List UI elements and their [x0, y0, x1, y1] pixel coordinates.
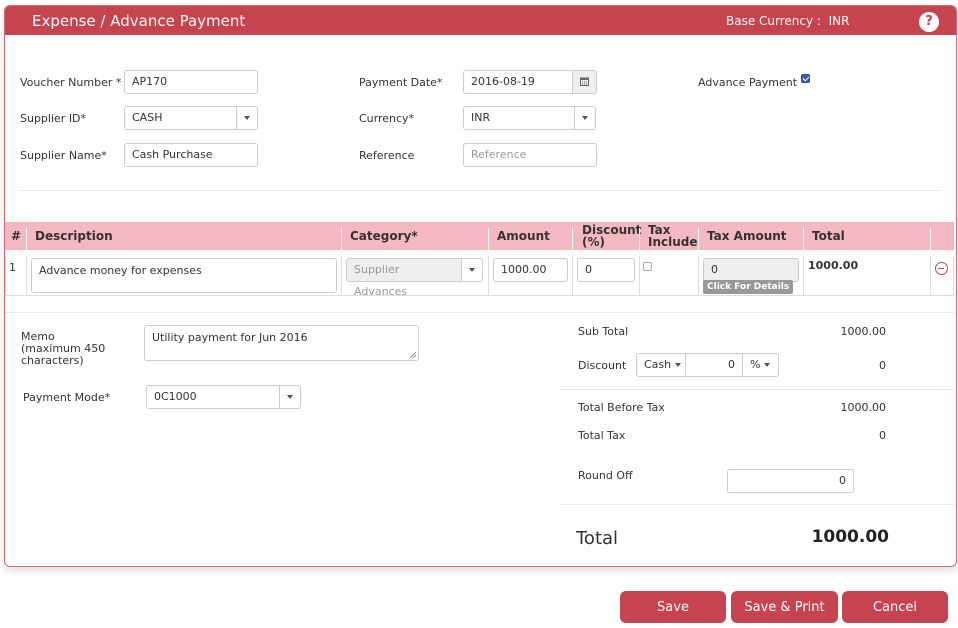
save-print-button[interactable]: Save & Print [731, 591, 838, 623]
description-input[interactable]: Advance money for expenses [31, 258, 337, 293]
help-icon[interactable]: ? [919, 12, 939, 32]
chevron-down-icon [582, 115, 588, 120]
base-currency-label: Base Currency : [726, 14, 821, 28]
calendar-button[interactable] [572, 70, 597, 94]
payment-date-input[interactable]: 2016-08-19 [463, 70, 573, 94]
col-index: # [11, 229, 22, 243]
panel-header: Expense / Advance Payment Base Currency … [5, 6, 956, 35]
grand-total-label: Total [576, 528, 619, 549]
row-index: 1 [9, 261, 16, 274]
col-discount: Discount (%) [582, 222, 641, 250]
total-before-tax-value: 1000.00 [840, 401, 887, 414]
payment-mode-label: Payment Mode* [23, 391, 111, 404]
sub-total-label: Sub Total [578, 325, 629, 338]
col-description: Description [35, 229, 113, 243]
chevron-down-icon [674, 363, 681, 367]
chevron-down-icon [287, 394, 293, 399]
total-before-tax-label: Total Before Tax [578, 401, 665, 414]
memo-label: Memo (maximum 450 characters) [21, 330, 106, 367]
discount-value: 0 [879, 359, 886, 372]
supplier-name-label: Supplier Name* [20, 149, 107, 162]
reference-label: Reference [359, 149, 415, 162]
discount-input[interactable]: 0 [577, 258, 635, 282]
round-off-input[interactable]: 0 [727, 469, 854, 493]
col-tax-include: Tax Include [648, 222, 698, 250]
base-currency: Base Currency : INR [726, 14, 849, 28]
category-dropdown[interactable] [461, 258, 483, 282]
col-category: Category* [350, 229, 418, 243]
advance-payment-checkbox[interactable] [801, 74, 810, 83]
remove-row-icon[interactable] [935, 262, 948, 275]
col-discount-line2: (%) [582, 235, 605, 249]
voucher-number-label: Voucher Number * [20, 76, 122, 89]
supplier-id-input[interactable]: CASH [124, 106, 237, 130]
save-button[interactable]: Save [620, 591, 726, 623]
base-currency-value: INR [828, 14, 850, 28]
amount-input[interactable]: 1000.00 [493, 258, 568, 282]
reference-input[interactable]: Reference [463, 143, 597, 167]
chevron-down-icon [469, 267, 475, 272]
tax-include-checkbox[interactable] [643, 262, 652, 271]
discount-amount-input[interactable]: 0 [685, 353, 743, 377]
cancel-button[interactable]: Cancel [842, 591, 948, 623]
discount-type-dropdown[interactable]: Cash [636, 353, 686, 377]
discount-label: Discount [578, 359, 627, 372]
payment-date-label: Payment Date* [359, 76, 443, 89]
tax-amount-input: 0 [703, 258, 799, 282]
payment-mode-input[interactable]: 0C1000 [146, 385, 280, 409]
calendar-icon [580, 77, 589, 86]
page-title: Expense / Advance Payment [32, 12, 246, 30]
col-tax-include-line2: Include [648, 235, 698, 249]
advance-payment-label: Advance Payment [698, 76, 798, 89]
col-amount: Amount [497, 229, 550, 243]
discount-unit-dropdown[interactable]: % [742, 353, 779, 377]
total-tax-label: Total Tax [578, 429, 626, 442]
col-total: Total [812, 229, 845, 243]
total-tax-value: 0 [879, 429, 886, 442]
currency-dropdown[interactable] [574, 106, 596, 130]
supplier-name-input[interactable]: Cash Purchase [124, 143, 258, 167]
col-tax-amount: Tax Amount [707, 229, 787, 243]
category-input[interactable]: Supplier Advances [346, 258, 462, 298]
round-off-label: Round Off [578, 469, 633, 482]
row-total: 1000.00 [808, 259, 859, 272]
sub-total-value: 1000.00 [840, 325, 887, 338]
payment-mode-dropdown[interactable] [279, 385, 301, 409]
currency-label: Currency* [359, 112, 415, 125]
currency-input[interactable]: INR [463, 106, 575, 130]
supplier-id-dropdown[interactable] [236, 106, 258, 130]
memo-textarea[interactable]: Utility payment for Jun 2016 [144, 325, 419, 361]
grand-total-value: 1000.00 [811, 527, 889, 547]
voucher-number-input[interactable]: AP170 [124, 70, 258, 94]
chevron-down-icon [244, 115, 250, 120]
click-for-details-button[interactable]: Click For Details [703, 280, 794, 294]
resize-grip-icon[interactable] [410, 352, 416, 358]
chevron-down-icon [763, 363, 770, 367]
section-divider [20, 190, 940, 191]
supplier-id-label: Supplier ID* [20, 112, 87, 125]
